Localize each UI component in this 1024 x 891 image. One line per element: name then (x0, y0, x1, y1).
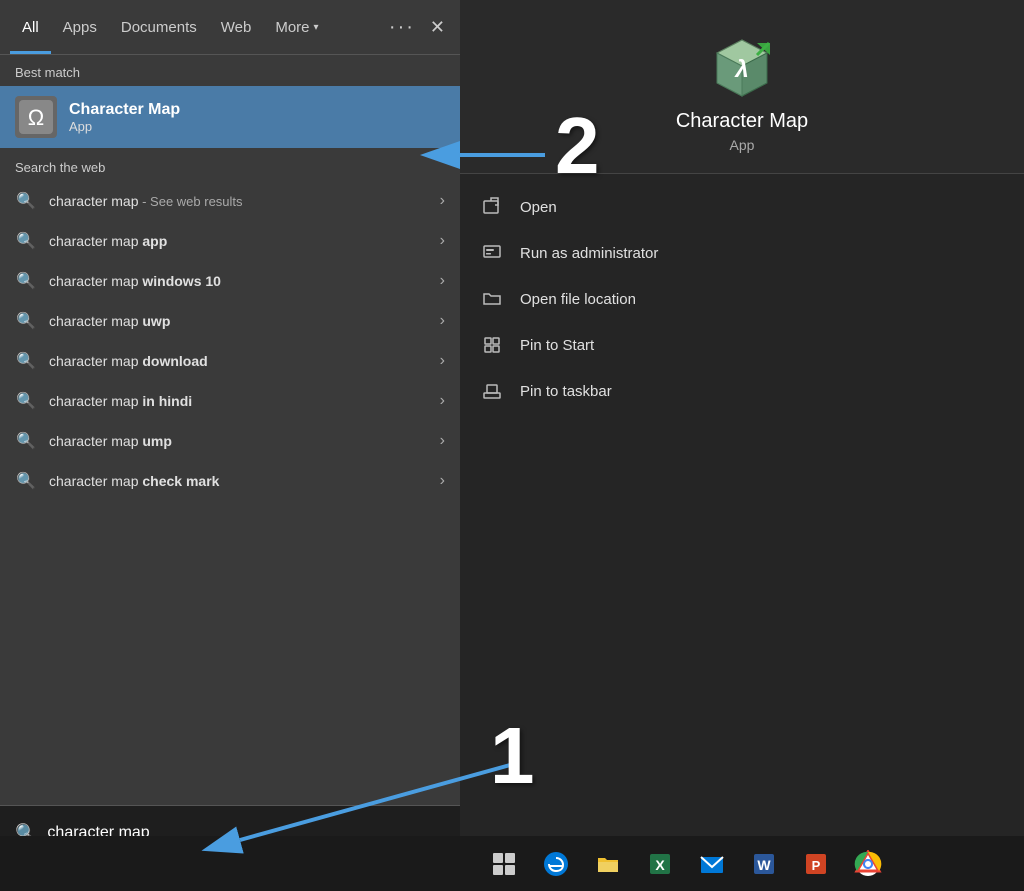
chevron-right-icon: › (440, 232, 445, 250)
action-fileloc-label: Open file location (520, 291, 636, 308)
action-pin-taskbar[interactable]: Pin to taskbar (460, 368, 1024, 414)
right-panel: λ Character Map App Open (460, 0, 1024, 860)
svg-text:P: P (812, 858, 821, 873)
search-result-text-2: character map windows 10 (49, 273, 428, 289)
chevron-right-icon: › (440, 352, 445, 370)
svg-text:Ω: Ω (28, 105, 44, 130)
action-pinstart-label: Pin to Start (520, 337, 594, 354)
search-result-4[interactable]: 🔍 character map download › (0, 341, 460, 381)
chevron-right-icon: › (440, 192, 445, 210)
tab-documents[interactable]: Documents (109, 0, 209, 54)
best-match-label: Best match (0, 55, 460, 86)
search-icon: 🔍 (15, 470, 37, 492)
taskbar-edge[interactable] (531, 839, 581, 889)
chevron-right-icon: › (440, 272, 445, 290)
taskbar-word[interactable]: W (739, 839, 789, 889)
search-result-2[interactable]: 🔍 character map windows 10 › (0, 261, 460, 301)
search-result-text-3: character map uwp (49, 313, 428, 329)
taskbar-chrome[interactable] (843, 839, 893, 889)
app-detail-name: Character Map (676, 110, 808, 133)
best-match-text: Character Map App (69, 101, 180, 134)
chevron-right-icon: › (440, 312, 445, 330)
search-result-7[interactable]: 🔍 character map check mark › (0, 461, 460, 501)
charmap-icon-small: Ω (15, 96, 57, 138)
search-result-text-5: character map in hindi (49, 393, 428, 409)
search-icon: 🔍 (15, 190, 37, 212)
action-open[interactable]: Open (460, 184, 1024, 230)
open-icon (480, 195, 504, 219)
taskbar-icons: X W P (469, 839, 893, 889)
svg-text:X: X (655, 857, 665, 873)
taskbar-powerpoint[interactable]: P (791, 839, 841, 889)
action-pin-start[interactable]: Pin to Start (460, 322, 1024, 368)
search-panel: All Apps Documents Web More ▾ ··· ✕ Best… (0, 0, 460, 860)
tab-web[interactable]: Web (209, 0, 264, 54)
svg-text:W: W (757, 857, 771, 873)
action-open-label: Open (520, 199, 557, 216)
tabs-bar: All Apps Documents Web More ▾ ··· ✕ (0, 0, 460, 55)
pin-start-icon (480, 333, 504, 357)
app-logo: λ (702, 30, 782, 110)
chevron-down-icon: ▾ (314, 22, 319, 33)
svg-text:λ: λ (733, 56, 748, 83)
search-result-text-7: character map check mark (49, 473, 428, 489)
tab-apps[interactable]: Apps (51, 0, 109, 54)
search-icon: 🔍 (15, 350, 37, 372)
search-icon: 🔍 (15, 390, 37, 412)
search-result-6[interactable]: 🔍 character map ump › (0, 421, 460, 461)
search-result-1[interactable]: 🔍 character map app › (0, 221, 460, 261)
search-result-text-6: character map ump (49, 433, 428, 449)
tab-all[interactable]: All (10, 0, 51, 54)
search-icon: 🔍 (15, 310, 37, 332)
search-web-label: Search the web (0, 148, 460, 181)
taskbar-explorer[interactable] (583, 839, 633, 889)
chevron-right-icon: › (440, 392, 445, 410)
pin-taskbar-icon (480, 379, 504, 403)
action-admin-label: Run as administrator (520, 245, 658, 262)
best-match-item[interactable]: Ω Character Map App (0, 86, 460, 148)
admin-icon (480, 241, 504, 265)
close-button[interactable]: ✕ (425, 12, 450, 43)
taskbar: X W P (0, 836, 1024, 891)
search-icon: 🔍 (15, 430, 37, 452)
taskbar-taskview[interactable] (479, 839, 529, 889)
search-icon: 🔍 (15, 230, 37, 252)
app-detail-header: λ Character Map App (460, 0, 1024, 174)
search-icon: 🔍 (15, 270, 37, 292)
more-options-button[interactable]: ··· (389, 16, 415, 39)
taskbar-mail[interactable] (687, 839, 737, 889)
folder-icon (480, 287, 504, 311)
action-file-location[interactable]: Open file location (460, 276, 1024, 322)
search-result-text-0: character map - See web results (49, 193, 428, 209)
search-result-text-1: character map app (49, 233, 428, 249)
app-detail-type: App (730, 137, 755, 153)
search-result-web[interactable]: 🔍 character map - See web results › (0, 181, 460, 221)
tab-more[interactable]: More ▾ (263, 0, 330, 54)
action-list: Open Run as administrator Open file loca… (460, 174, 1024, 424)
taskbar-excel[interactable]: X (635, 839, 685, 889)
search-result-text-4: character map download (49, 353, 428, 369)
search-result-5[interactable]: 🔍 character map in hindi › (0, 381, 460, 421)
search-result-3[interactable]: 🔍 character map uwp › (0, 301, 460, 341)
action-pintaskbar-label: Pin to taskbar (520, 383, 612, 400)
chevron-right-icon: › (440, 432, 445, 450)
chevron-right-icon: › (440, 472, 445, 490)
action-run-admin[interactable]: Run as administrator (460, 230, 1024, 276)
